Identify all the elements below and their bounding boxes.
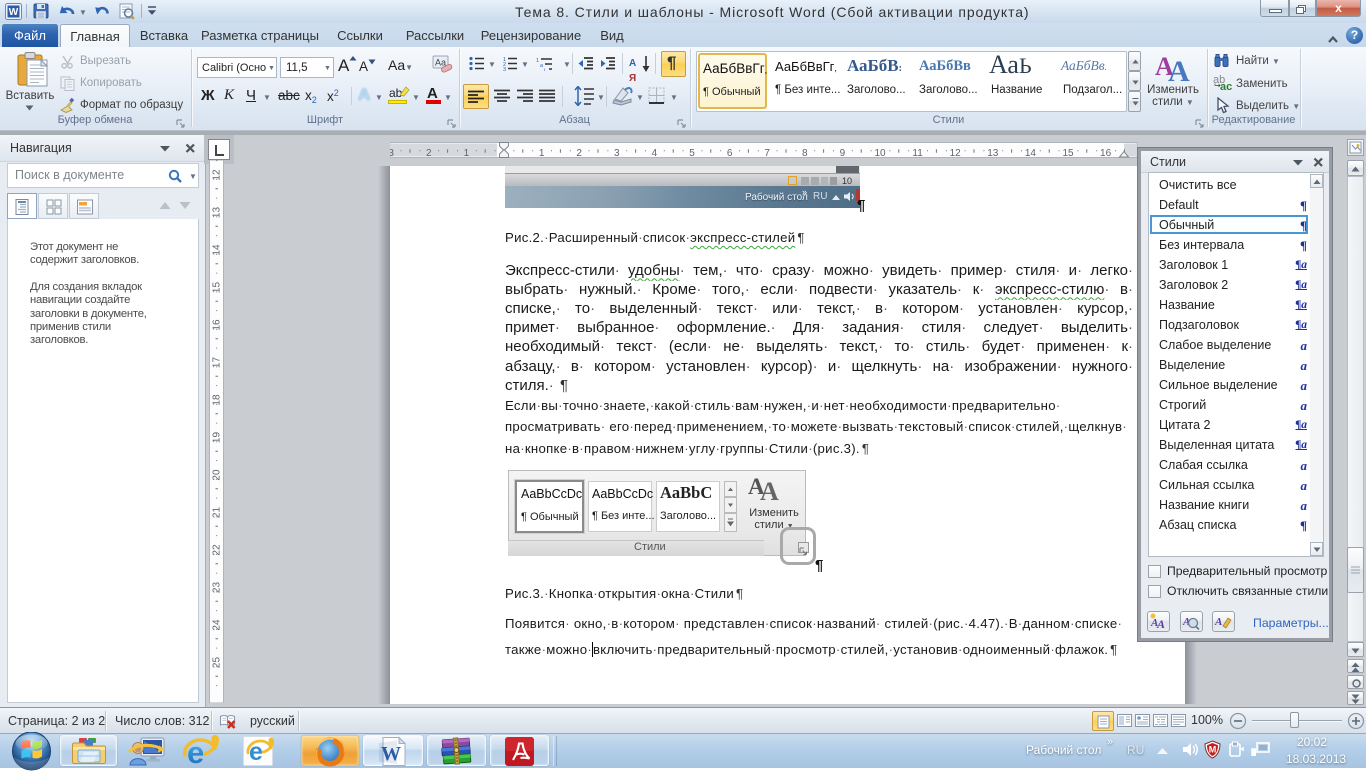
svg-text:14: 14 (1025, 148, 1037, 158)
svg-text:16: 16 (1100, 148, 1112, 158)
svg-text:A: A (1214, 616, 1222, 628)
svg-text:13: 13 (987, 148, 999, 158)
svg-text:12: 12 (212, 169, 223, 181)
svg-text:2: 2 (576, 148, 582, 158)
svg-text:6: 6 (727, 148, 733, 158)
svg-text:M: M (1209, 745, 1217, 755)
svg-text:22: 22 (212, 544, 223, 556)
svg-text:4: 4 (652, 148, 658, 158)
svg-text:3: 3 (390, 148, 394, 158)
svg-text:12: 12 (950, 148, 962, 158)
svg-text:21: 21 (212, 507, 223, 519)
svg-text:1: 1 (464, 148, 470, 158)
svg-text:3: 3 (614, 148, 620, 158)
svg-text:W: W (9, 7, 19, 18)
svg-text:13: 13 (212, 207, 223, 219)
svg-text:25: 25 (212, 657, 223, 669)
svg-text:16: 16 (212, 319, 223, 331)
svg-text:24: 24 (212, 619, 223, 631)
svg-text:5: 5 (689, 148, 695, 158)
svg-text:1: 1 (539, 148, 545, 158)
svg-text:19: 19 (212, 432, 223, 444)
svg-text:3: 3 (503, 67, 506, 71)
svg-text:15: 15 (212, 282, 223, 294)
svg-text:i: i (544, 68, 545, 71)
svg-text:1: 1 (536, 58, 539, 64)
svg-text:W: W (381, 743, 401, 765)
svg-text:10: 10 (874, 148, 886, 158)
svg-text:2: 2 (426, 148, 432, 158)
svg-text:18: 18 (212, 394, 223, 406)
svg-text:23: 23 (212, 582, 223, 594)
svg-text:9: 9 (840, 148, 846, 158)
svg-text:7: 7 (764, 148, 770, 158)
svg-text:11: 11 (912, 148, 923, 158)
svg-text:15: 15 (1062, 148, 1074, 158)
svg-text:20: 20 (212, 469, 223, 481)
svg-text:17: 17 (212, 357, 223, 369)
svg-text:8: 8 (802, 148, 808, 158)
svg-text:14: 14 (212, 244, 223, 256)
svg-text:A: A (1156, 617, 1165, 631)
